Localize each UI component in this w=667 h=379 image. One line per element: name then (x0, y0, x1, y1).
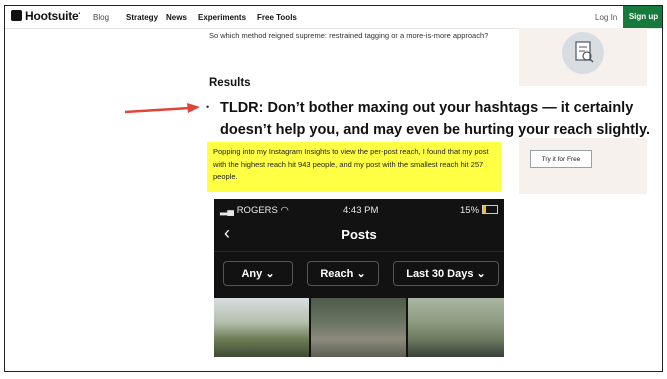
chevron-down-icon: ⌄ (476, 268, 486, 280)
chevron-down-icon: ⌄ (265, 268, 275, 280)
nav-link-free-tools[interactable]: Free Tools (257, 13, 297, 22)
chevron-down-icon: ⌄ (356, 268, 366, 280)
red-arrow-icon (124, 103, 200, 114)
top-nav: Hootsuite• Blog Strategy News Experiment… (5, 6, 662, 29)
nav-link-news[interactable]: News (166, 13, 187, 22)
wifi-icon: ◠ (280, 205, 289, 216)
try-free-button[interactable]: Try it for Free (530, 150, 592, 168)
signup-button[interactable]: Sign up (623, 6, 662, 28)
nav-link-strategy[interactable]: Strategy (126, 13, 158, 22)
list-bullet: • (206, 102, 210, 112)
browser-frame: Hootsuite• Blog Strategy News Experiment… (4, 5, 663, 372)
nav-link-blog[interactable]: Blog (93, 13, 109, 22)
battery-icon (481, 205, 498, 214)
report-icon (562, 32, 604, 74)
instagram-screenshot: ▂▄ ROGERS ◠ 4:43 PM 15% ‹ Posts Any ⌄ Re… (214, 199, 504, 357)
post-thumbnail[interactable] (408, 298, 504, 357)
filter-date-range[interactable]: Last 30 Days ⌄ (393, 261, 499, 286)
article-intro: So which method reigned supreme: restrai… (209, 31, 489, 40)
status-battery: 15% (460, 205, 498, 216)
results-heading: Results (209, 77, 251, 89)
status-time: 4:43 PM (343, 205, 379, 216)
header-divider (214, 251, 504, 252)
filter-reach[interactable]: Reach ⌄ (307, 261, 379, 286)
post-thumbnail[interactable] (214, 298, 309, 357)
post-thumbnail[interactable] (311, 298, 406, 357)
hootsuite-logo[interactable]: Hootsuite• (11, 9, 80, 23)
owl-icon (11, 10, 22, 21)
tldr-text: TLDR: Don’t bother maxing out your hasht… (220, 100, 650, 138)
filter-any[interactable]: Any ⌄ (223, 261, 293, 286)
highlighted-paragraph: Popping into my Instagram Insights to vi… (207, 142, 501, 192)
nav-link-experiments[interactable]: Experiments (198, 13, 246, 22)
signal-icon: ▂▄ (220, 205, 235, 216)
carrier-status: ▂▄ ROGERS ◠ (220, 205, 289, 216)
posts-title: Posts (341, 227, 377, 242)
login-link[interactable]: Log In (595, 13, 617, 22)
